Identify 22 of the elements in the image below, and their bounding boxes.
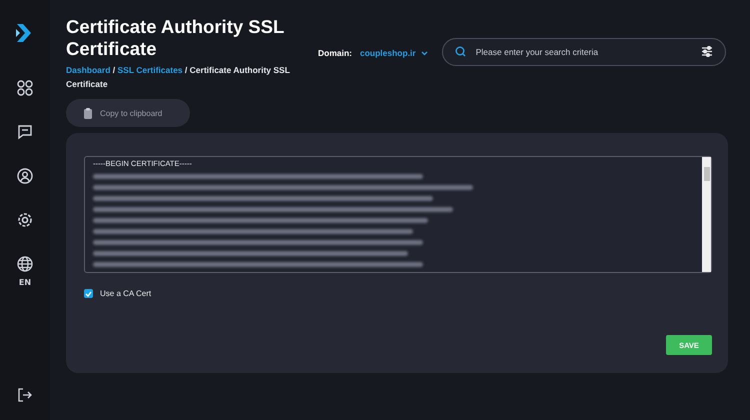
language-label[interactable]: EN [18,278,32,287]
domain-label: Domain: [318,48,352,58]
domain-dropdown[interactable]: coupleshop.ir [360,48,428,58]
apps-icon[interactable] [17,80,33,96]
checkbox-label: Use a CA Cert [100,289,152,298]
breadcrumb: Dashboard / SSL Certificates / Certificate Authority SSL Certificate [66,64,291,91]
message-icon[interactable] [17,124,33,140]
breadcrumb-link[interactable]: SSL Certificates [118,65,183,75]
copy-button[interactable]: Copy to clipboard [66,99,190,127]
page-title: Certificate Authority SSL Certificate [66,16,285,60]
filter-icon[interactable] [700,46,713,57]
scrollbar[interactable] [702,157,711,272]
search-icon [454,46,466,57]
clipboard-icon [84,108,92,118]
profile-icon[interactable] [17,168,33,184]
logout-icon[interactable] [18,388,32,402]
search-field[interactable]: Please enter your search criteria [442,38,726,66]
globe-icon[interactable] [17,256,33,272]
checkbox[interactable] [84,289,93,298]
settings-icon[interactable] [17,212,33,228]
breadcrumb-link[interactable]: Dashboard [66,65,110,75]
chevron-down-icon[interactable] [420,50,428,56]
